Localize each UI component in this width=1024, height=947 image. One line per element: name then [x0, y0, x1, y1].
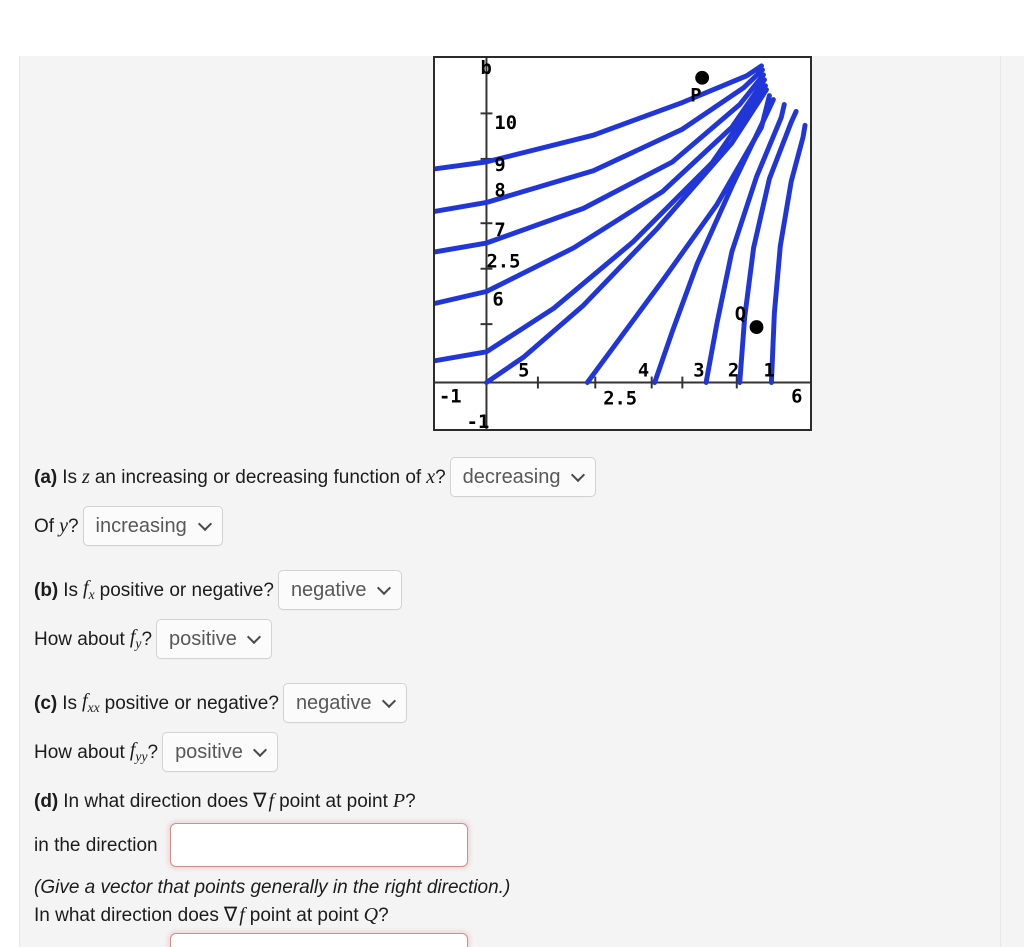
question-b: (b) Is fx positive or negative? negative… [34, 570, 406, 668]
question-c-var-fxx: fxx [82, 690, 100, 716]
question-a-text-mid: an increasing or decreasing function of [94, 466, 422, 488]
question-c-line-1: (c) Is fxx positive or negative? negativ… [34, 683, 411, 723]
question-c-line-2: How about fyy ? positive [34, 732, 411, 772]
question-c-var-fyy: fyy [129, 739, 148, 765]
contour-map-figure: P Q 10 9 8 7 2.5 6 5 4 3 2 1 b -1 2.5 6 … [433, 56, 812, 431]
question-d-label: (d) [34, 790, 59, 812]
y-level-label-6: 6 [492, 289, 503, 310]
question-d-field-row-2: in the direction [34, 933, 510, 947]
question-a-answer-2-wrap: increasing [82, 506, 223, 546]
question-b-var-fx: fx [83, 577, 95, 603]
question-a-line-2: Of y ? increasing [34, 506, 600, 546]
contour-map-svg: P Q 10 9 8 7 2.5 6 5 4 3 2 1 b -1 2.5 6 … [435, 58, 810, 429]
question-b-line-2: How about fy ? positive [34, 619, 406, 659]
x-level-label-3: 3 [693, 361, 704, 382]
question-c-line2-pre: How about [34, 741, 125, 763]
x-axis-label-6: 6 [791, 386, 802, 407]
question-a-line-1: (a) Is z an increasing or decreasing fun… [34, 457, 600, 497]
question-c-answer-2-wrap: positive [162, 732, 279, 772]
question-b-answer-2-wrap: positive [156, 619, 273, 659]
question-c: (c) Is fxx positive or negative? negativ… [34, 683, 411, 781]
question-c-answer-2-select[interactable]: positive [162, 732, 279, 772]
question-a-label: (a) [34, 466, 58, 488]
x-axis-label-2-5: 2.5 [603, 388, 637, 409]
question-a-answer-1-select[interactable]: decreasing [449, 457, 596, 497]
question-b-text-pre: Is [63, 579, 79, 601]
question-d-line-2: In what direction does ∇ f point at poin… [34, 905, 510, 925]
question-d-line2-post: point at point [249, 904, 359, 926]
question-a: (a) Is z an increasing or decreasing fun… [34, 457, 600, 555]
question-a-var-y: y [59, 515, 68, 537]
question-c-text-post: positive or negative? [104, 692, 279, 714]
question-a-line2-qmark: ? [67, 515, 79, 537]
question-b-text-post: positive or negative? [99, 579, 274, 601]
x-axis-label-neg1: -1 [439, 386, 462, 407]
question-d: (d) In what direction does ∇ f point at … [34, 791, 510, 947]
direction-input-Q[interactable] [169, 933, 468, 947]
question-b-var-fy: fy [129, 626, 142, 652]
question-a-var-x: x [426, 466, 436, 488]
question-d-var-f-2: f [239, 904, 245, 926]
y-level-label-9: 9 [494, 155, 505, 176]
point-P-marker [695, 70, 710, 85]
question-b-label: (b) [34, 579, 59, 601]
question-d-point-Q: Q [363, 904, 379, 926]
question-a-text-pre: Is [62, 466, 78, 488]
question-b-line2-qmark: ? [141, 628, 153, 650]
y-axis-label-neg1: -1 [467, 412, 490, 429]
nabla-icon-2: ∇ [223, 904, 238, 926]
question-d-line-1: (d) In what direction does ∇ f point at … [34, 791, 510, 811]
question-d-hint: (Give a vector that points generally in … [34, 877, 511, 898]
question-d-point-P: P [392, 790, 406, 812]
question-a-answer-2-select[interactable]: increasing [82, 506, 223, 546]
x-level-label-2: 2 [728, 361, 739, 382]
question-a-qmark: ? [435, 466, 446, 488]
x-level-label-4: 4 [638, 361, 649, 382]
question-d-field-row-1: in the direction [34, 823, 510, 867]
point-P-label: P [690, 86, 701, 107]
question-c-text-pre: Is [62, 692, 78, 714]
question-c-label: (c) [34, 692, 58, 714]
question-d-var-f: f [268, 790, 275, 812]
content-panel: P Q 10 9 8 7 2.5 6 5 4 3 2 1 b -1 2.5 6 … [19, 56, 1024, 947]
question-d-qmark: ? [405, 790, 416, 812]
x-level-label-1: 1 [763, 361, 774, 382]
y-level-label-2-5: 2.5 [486, 252, 520, 273]
point-Q-label: Q [735, 304, 746, 325]
question-b-answer-1-select[interactable]: negative [277, 570, 402, 610]
y-level-label-10: 10 [494, 113, 517, 134]
question-a-line2-pre: Of [34, 515, 55, 537]
right-divider [1000, 56, 1001, 947]
question-d-line2-qmark: ? [378, 904, 389, 926]
question-b-answer-1-wrap: negative [277, 570, 402, 610]
nabla-icon: ∇ [253, 790, 267, 812]
question-b-line-1: (b) Is fx positive or negative? negative [34, 570, 406, 610]
page-root: P Q 10 9 8 7 2.5 6 5 4 3 2 1 b -1 2.5 6 … [0, 0, 1024, 947]
question-b-answer-2-select[interactable]: positive [156, 619, 273, 659]
question-b-line2-pre: How about [34, 628, 125, 650]
point-Q-marker [749, 320, 764, 335]
direction-input-P[interactable] [169, 823, 468, 867]
question-d-text-pre: In what direction does [63, 790, 249, 812]
question-c-answer-1-wrap: negative [282, 683, 407, 723]
question-d-text-post: point at point [279, 790, 388, 812]
question-a-var-z: z [82, 466, 90, 488]
question-a-answer-1-wrap: decreasing [449, 457, 596, 497]
question-d-line2-pre: In what direction does [34, 904, 219, 926]
question-c-answer-1-select[interactable]: negative [282, 683, 407, 723]
question-d-field-label: in the direction [34, 834, 158, 856]
question-c-line2-qmark: ? [147, 741, 159, 763]
y-level-label-8: 8 [494, 181, 505, 202]
x-level-label-5: 5 [518, 361, 529, 382]
y-level-label-7: 7 [494, 220, 505, 241]
y-axis-top-caption: b [481, 58, 492, 79]
